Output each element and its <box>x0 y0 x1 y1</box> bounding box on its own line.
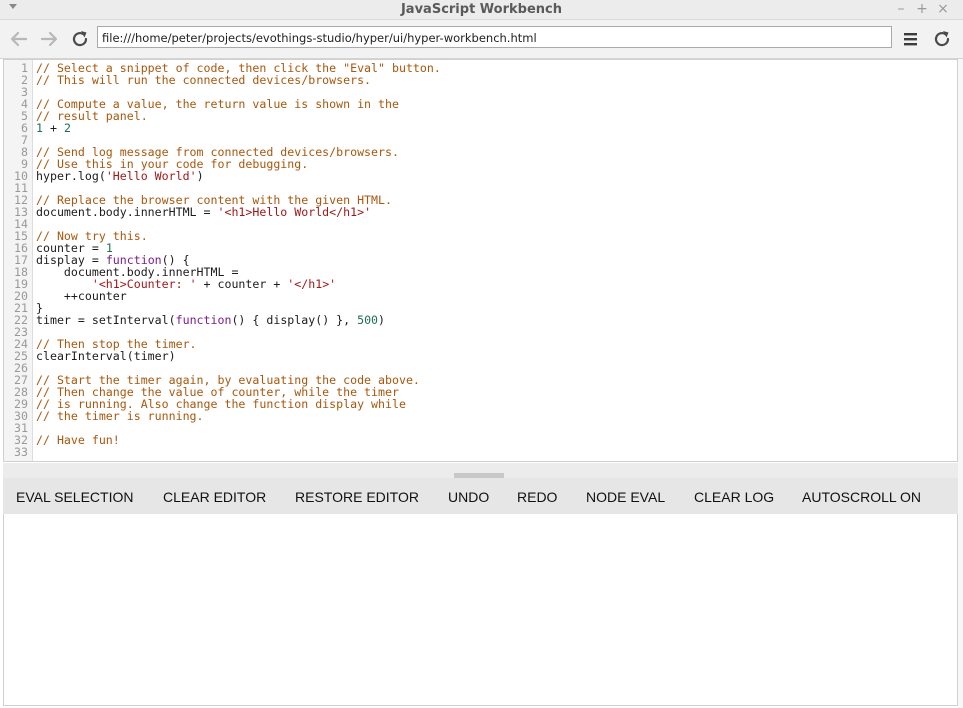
code-token: 'Hello World' <box>105 169 197 183</box>
line-number: 3 <box>21 85 28 99</box>
code-token: timer = setInterval( <box>36 313 176 327</box>
line-number: 1 <box>21 61 28 75</box>
node-eval-button[interactable]: NODE EVAL <box>586 478 665 514</box>
line-number: 33 <box>14 445 28 459</box>
code-token: // Have fun! <box>36 433 120 447</box>
code-token: () { display() }, <box>231 313 358 327</box>
code-token: hyper.log( <box>36 169 106 183</box>
code-token: 1 <box>36 121 43 135</box>
window-title: JavaScript Workbench <box>400 2 563 17</box>
eval-selection-button[interactable]: EVAL SELECTION <box>16 478 133 514</box>
window-titlebar: JavaScript Workbench – + × <box>0 0 963 20</box>
clear-log-button[interactable]: CLEAR LOG <box>694 478 774 514</box>
code-line[interactable]: 13 document.body.innerHTML = '<h1>Hello W… <box>4 206 441 218</box>
code-line[interactable]: 2 // This will run the connected devices/… <box>4 74 441 86</box>
code-editor[interactable]: 1// Select a snippet of code, then click… <box>3 59 958 462</box>
minimize-button[interactable]: – <box>893 1 909 17</box>
button-bar: EVAL SELECTION CLEAR EDITOR RESTORE EDIT… <box>3 478 958 514</box>
code-token: ) <box>378 313 386 327</box>
line-number: 4 <box>21 97 28 111</box>
code-token: // the timer is running. <box>36 409 204 423</box>
code-line[interactable]: 61 + 2 <box>4 122 441 134</box>
code-token: + <box>42 121 64 135</box>
code-token: ++counter <box>36 289 127 303</box>
code-token: // This will run the connected devices/b… <box>36 73 372 87</box>
line-number: 8 <box>21 145 28 159</box>
menu-button[interactable] <box>899 27 923 51</box>
code-line[interactable]: 10 hyper.log('Hello World') <box>4 170 441 182</box>
close-button[interactable]: × <box>935 1 951 17</box>
code-line[interactable]: 30// the timer is running. <box>4 410 441 422</box>
undo-button[interactable]: UNDO <box>448 478 489 514</box>
window-right-edge <box>958 59 963 708</box>
forward-button[interactable] <box>37 27 61 51</box>
log-panel[interactable] <box>3 514 958 706</box>
arrow-right-icon <box>40 31 58 47</box>
reload-right-button[interactable] <box>930 27 954 51</box>
line-number: 6 <box>21 121 28 135</box>
code-line[interactable]: 32// Have fun! <box>4 434 441 446</box>
autoscroll-button[interactable]: AUTOSCROLL ON <box>802 478 921 514</box>
code-line[interactable]: 33 <box>4 446 441 458</box>
reload-icon <box>934 31 950 47</box>
code-token: + counter + <box>196 277 288 291</box>
back-button[interactable] <box>7 27 31 51</box>
maximize-button[interactable]: + <box>914 1 930 17</box>
code-token: 2 <box>63 121 71 135</box>
code-token: 500 <box>357 313 379 327</box>
reload-icon <box>72 31 88 47</box>
code-line[interactable]: 20 ++counter <box>4 290 441 302</box>
line-number: 7 <box>21 133 28 147</box>
panel-splitter[interactable] <box>3 463 958 478</box>
line-number: 2 <box>21 73 28 87</box>
url-bar[interactable] <box>97 26 892 48</box>
code-token: document.body.innerHTML = <box>36 205 218 219</box>
redo-button[interactable]: REDO <box>517 478 557 514</box>
code-line[interactable]: 22 timer = setInterval(function() { displ… <box>4 314 441 326</box>
reload-button[interactable] <box>68 27 92 51</box>
code-token: function <box>175 313 232 327</box>
code-content[interactable]: 1// Select a snippet of code, then click… <box>4 62 441 458</box>
arrow-left-icon <box>10 31 28 47</box>
clear-editor-button[interactable]: CLEAR EDITOR <box>163 478 266 514</box>
code-token: ) <box>196 169 204 183</box>
browser-toolbar <box>0 20 963 59</box>
hamburger-menu-icon <box>904 33 917 46</box>
restore-editor-button[interactable]: RESTORE EDITOR <box>295 478 419 514</box>
code-line[interactable]: 25 clearInterval(timer) <box>4 350 441 362</box>
code-token: '</h1>' <box>287 277 337 291</box>
line-number: 5 <box>21 109 28 123</box>
code-token: clearInterval(timer) <box>36 349 176 363</box>
url-input[interactable] <box>98 28 882 48</box>
code-token: '<h1>Hello World</h1>' <box>217 205 372 219</box>
